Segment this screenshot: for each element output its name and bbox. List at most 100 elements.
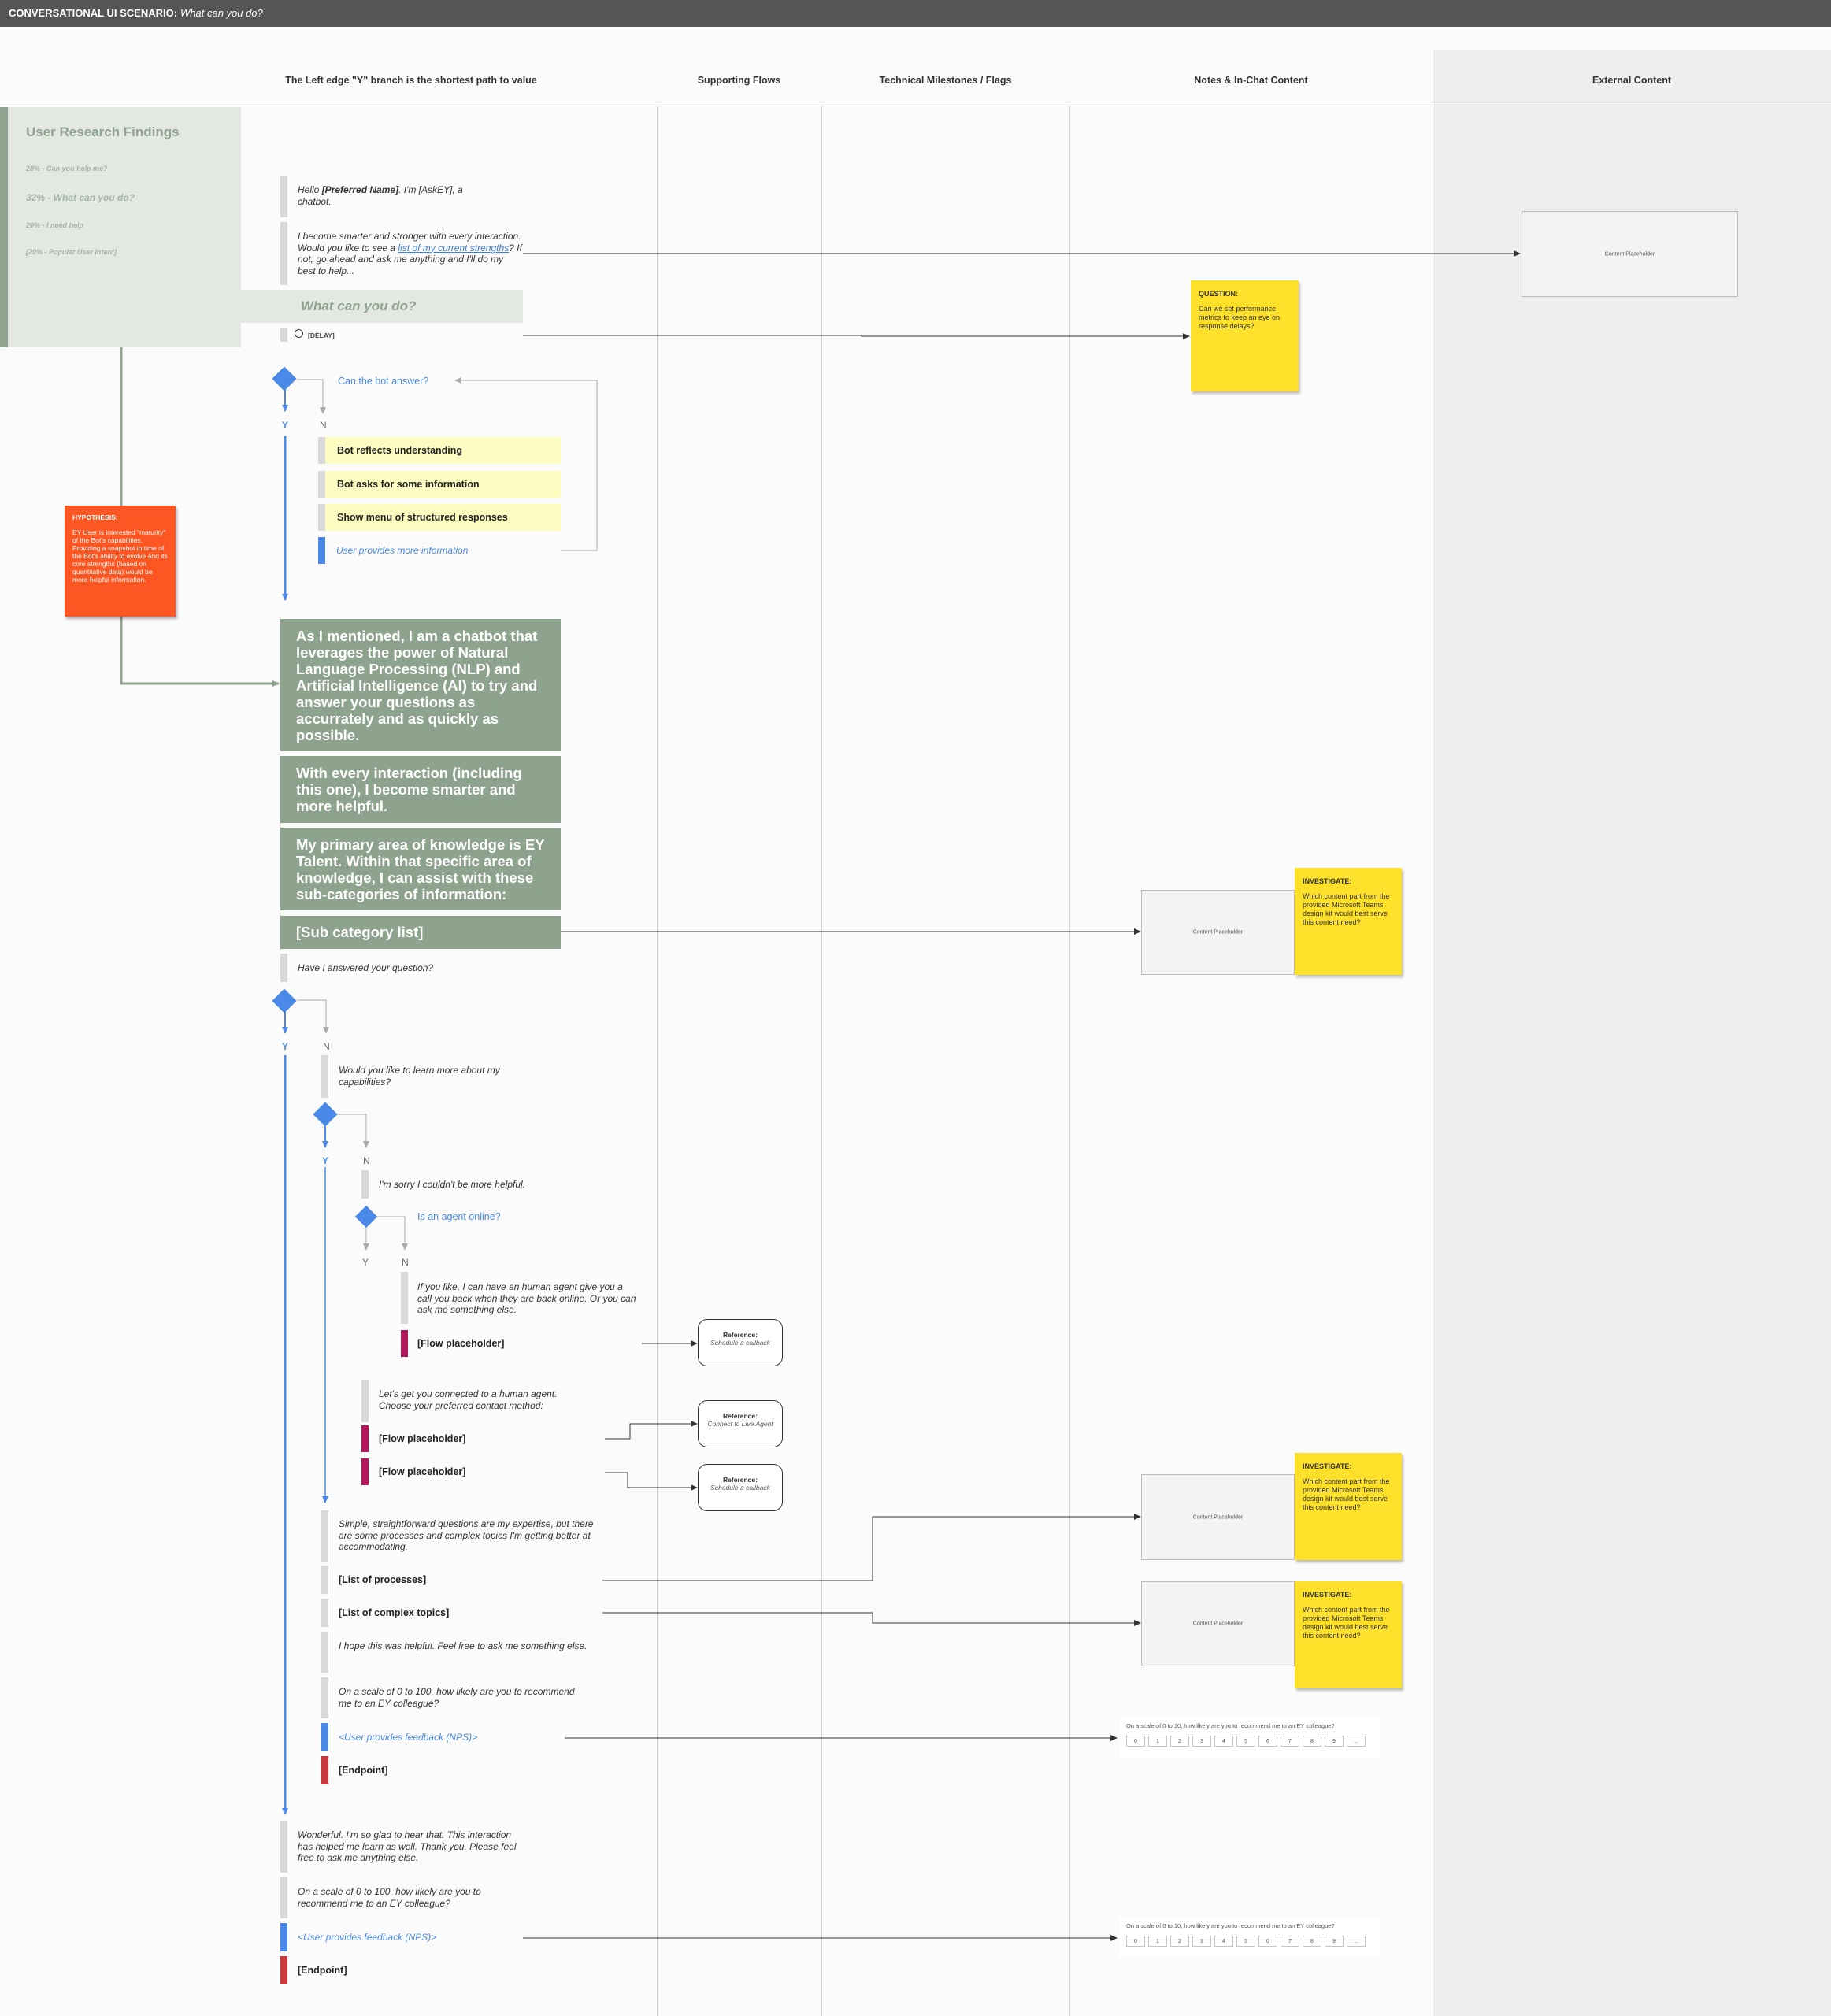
investigate-title: INVESTIGATE: [1303,1462,1352,1470]
simple-questions-message: Simple, straightforward questions are my… [339,1518,594,1552]
investigate-note: INVESTIGATE: Which content part from the… [1295,868,1402,975]
message-bar [280,954,287,982]
connect-agent-message: Let's get you connected to a human agent… [379,1388,558,1411]
reference-desc: Schedule a callback [710,1484,770,1492]
investigate-body: Which content part from the provided Mic… [1303,1477,1390,1511]
nps-options: 0 1 2 3 4 5 6 7 8 9... [1126,1736,1366,1747]
user-bar [318,537,325,564]
nps-option[interactable]: 5 [1236,1936,1255,1947]
investigate-title: INVESTIGATE: [1303,877,1352,885]
answered-question: Have I answered your question? [298,962,434,973]
bot-knowledge-block: My primary area of knowledge is EY Talen… [280,828,561,910]
content-placeholder: Content Placeholder [1141,1581,1295,1666]
nps-option[interactable]: 8 [1303,1936,1321,1947]
investigate-note: INVESTIGATE: Which content part from the… [1295,1453,1402,1560]
hypothesis-title: HYPOTHESIS: [72,513,118,521]
user-bar [280,1923,287,1951]
no-label: N [363,1155,370,1166]
nps-option[interactable]: 5 [1236,1736,1255,1747]
nps-option[interactable]: 9 [1325,1736,1344,1747]
placeholder-label: Content Placeholder [1142,1620,1294,1628]
sorry-message: I'm sorry I couldn't be more helpful. [379,1179,525,1190]
nps-question: On a scale of 0 to 10, how likely are yo… [1126,1722,1335,1729]
reference-desc: Schedule a callback [710,1339,770,1347]
nps-option[interactable]: 1 [1148,1936,1167,1947]
flow-placeholder: [Flow placeholder] [379,1433,466,1444]
reference-callback[interactable]: Reference: Schedule a callback [698,1464,783,1511]
greeting-pre: Hello [298,184,322,195]
list-of-processes: [List of processes] [339,1574,427,1585]
nps-option[interactable]: 6 [1258,1736,1277,1747]
user-more-info: User provides more information [336,545,469,556]
hypothesis-body: EY User is interested "maturity" of the … [72,528,168,584]
user-bar [321,1723,328,1751]
nps-option[interactable]: 7 [1281,1936,1299,1947]
nps-option[interactable]: 1 [1148,1736,1167,1747]
message-bar [321,1677,328,1718]
yellow-step: Bot reflects understanding [318,437,561,464]
endpoint-bar [280,1956,287,1984]
nps-option[interactable]: 3 [1192,1736,1211,1747]
learn-more-message: Would you like to learn more about my ca… [339,1065,500,1088]
nps-option[interactable]: 4 [1214,1936,1233,1947]
reference-live-agent[interactable]: Reference: Connect to Live Agent [698,1400,783,1447]
flow-bar [361,1458,369,1485]
decision-label: Is an agent online? [417,1211,501,1222]
yellow-step: Bot asks for some information [318,471,561,498]
nps-option[interactable]: ... [1347,1936,1366,1947]
nps-option[interactable]: 6 [1258,1936,1277,1947]
yellow-step: Show menu of structured responses [318,504,561,531]
clock-icon [295,329,303,338]
message-bar [361,1380,369,1422]
callback-offer: If you like, I can have an human agent g… [417,1281,636,1315]
placeholder-label: Content Placeholder [1522,250,1737,258]
sub-category-list: [Sub category list] [280,916,561,949]
placeholder-label: Content Placeholder [1142,1514,1294,1521]
nps-widget: On a scale of 0 to 10, how likely are yo… [1120,1717,1380,1758]
smarter-message: I become smarter and stronger with every… [298,231,522,276]
nps-feedback: <User provides feedback (NPS)> [339,1732,478,1743]
message-bar [280,176,287,217]
message-bar [401,1272,408,1324]
investigate-body: Which content part from the provided Mic… [1303,892,1390,926]
hope-helpful-message: I hope this was helpful. Feel free to as… [339,1640,587,1651]
message-bar [280,1877,287,1918]
nps-option[interactable]: ... [1347,1736,1366,1747]
yes-label: Y [362,1257,369,1268]
reference-title: Reference: [723,1412,758,1420]
investigate-title: INVESTIGATE: [1303,1591,1352,1599]
nps-option[interactable]: 2 [1170,1736,1189,1747]
reference-callback[interactable]: Reference: Schedule a callback [698,1319,783,1366]
nps-option[interactable]: 9 [1325,1936,1344,1947]
endpoint-label: [Endpoint] [298,1965,347,1976]
scale-question: On a scale of 0 to 100, how likely are y… [339,1686,575,1709]
flow-bar [401,1330,408,1357]
nps-option[interactable]: 2 [1170,1936,1189,1947]
nps-option[interactable]: 3 [1192,1936,1211,1947]
nps-widget: On a scale of 0 to 10, how likely are yo… [1120,1917,1380,1958]
investigate-note: INVESTIGATE: Which content part from the… [1295,1581,1402,1688]
yes-label: Y [282,1041,289,1052]
message-bar [321,1055,328,1098]
nps-options: 0 1 2 3 4 5 6 7 8 9... [1126,1936,1366,1947]
nps-option[interactable]: 4 [1214,1736,1233,1747]
nps-option[interactable]: 0 [1126,1736,1145,1747]
bot-learning-block: With every interaction (including this o… [280,756,561,823]
delay-label: [DELAY] [308,332,335,339]
message-bar [280,1821,287,1873]
message-bar [361,1170,369,1199]
message-bar [280,222,287,285]
nps-option[interactable]: 7 [1281,1736,1299,1747]
nps-option[interactable]: 8 [1303,1736,1321,1747]
no-label: N [320,420,327,431]
nps-question: On a scale of 0 to 10, how likely are yo… [1126,1922,1335,1929]
nps-feedback: <User provides feedback (NPS)> [298,1932,437,1943]
message-bar [321,1510,328,1562]
content-placeholder: Content Placeholder [1141,890,1295,975]
scale-question: On a scale of 0 to 100, how likely are y… [298,1886,481,1909]
question-title: QUESTION: [1199,290,1239,298]
placeholder-label: Content Placeholder [1142,928,1294,936]
endpoint-bar [321,1756,328,1784]
nps-option[interactable]: 0 [1126,1936,1145,1947]
strengths-link[interactable]: list of my current strengths [398,243,509,254]
